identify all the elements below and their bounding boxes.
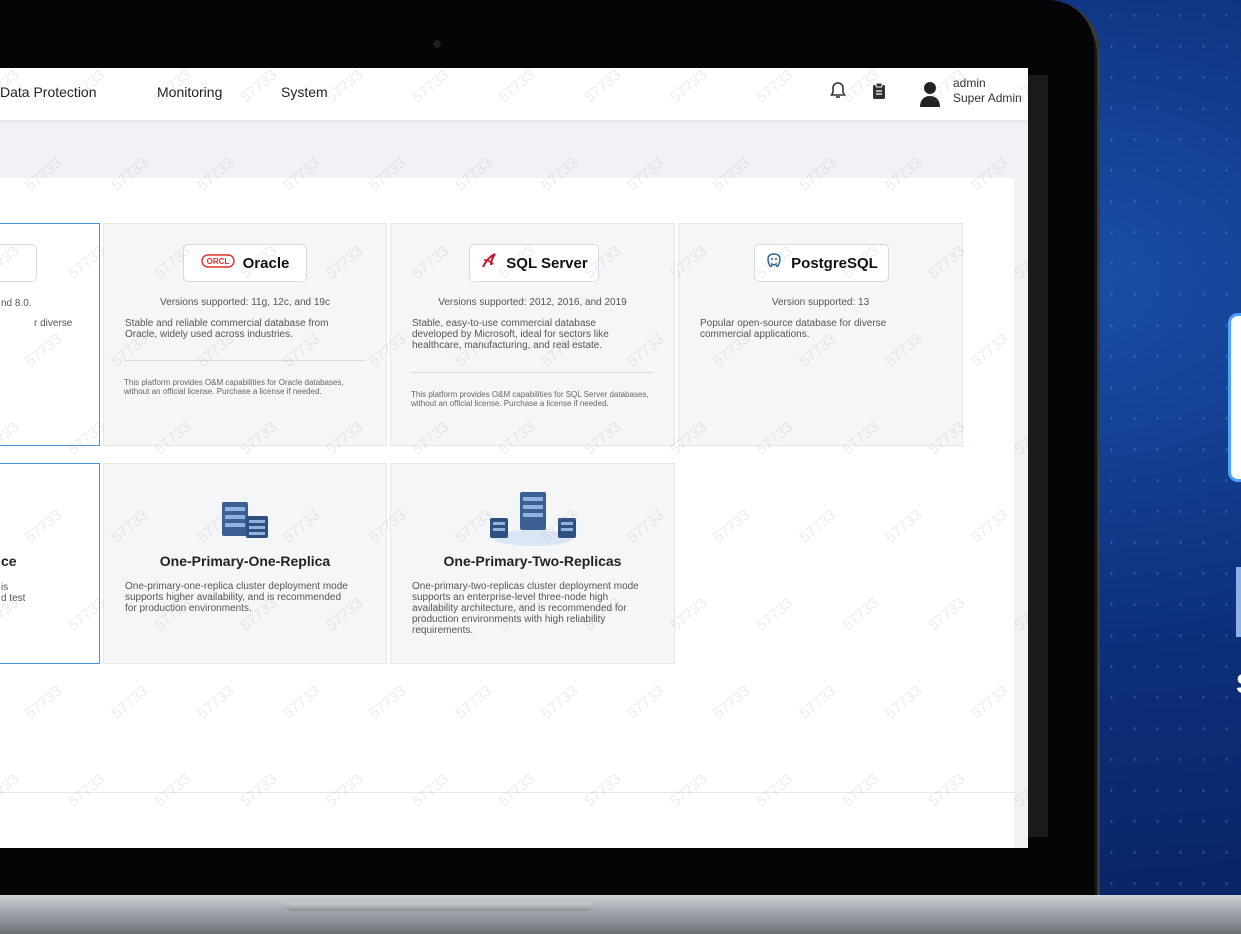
postgresql-name: PostgreSQL [791, 254, 878, 272]
database-pill [0, 244, 37, 282]
sqlserver-pill: SQL Server [469, 244, 599, 282]
oracle-divider [124, 360, 366, 361]
postgresql-desc: Popular open-source database for diverse… [700, 318, 887, 340]
database-desc-text: r diverse [34, 318, 73, 329]
server-cluster-icon [486, 490, 580, 553]
database-card-oracle[interactable]: ORCL Oracle Versions supported: 11g, 12c… [103, 223, 387, 446]
deployment-desc-line2: d test [1, 593, 26, 604]
oracle-logo-icon: ORCL [200, 253, 235, 273]
database-card-postgresql[interactable]: PostgreSQL Version supported: 13 Popular… [678, 223, 963, 446]
background-decoration-bar [1236, 567, 1241, 637]
oracle-name: Oracle [242, 254, 290, 272]
background-promo-card [1228, 313, 1241, 482]
oracle-versions: Versions supported: 11g, 12c, and 19c [160, 297, 330, 308]
main-panel: nd 8.0. r diverse ORCL Oracle Versions s… [0, 178, 1014, 848]
database-card-mysql[interactable]: nd 8.0. r diverse [0, 223, 100, 446]
deployment-card-two-replicas[interactable]: One-Primary-Two-Replicas One-primary-two… [390, 463, 675, 664]
laptop-hinge-notch [285, 903, 593, 911]
database-version-text: nd 8.0. [1, 298, 32, 309]
app-screen: Data Protection Monitoring System admin … [0, 68, 1028, 848]
sqlserver-license-note: This platform provides O&M capabilities … [411, 390, 649, 408]
laptop-base [0, 895, 1241, 934]
oracle-pill: ORCL Oracle [183, 244, 307, 282]
nav-data-protection[interactable]: Data Protection [0, 84, 97, 100]
oracle-license-note: This platform provides O&M capabilities … [124, 378, 344, 396]
sqlserver-divider [411, 372, 653, 373]
postgresql-versions: Version supported: 13 [771, 297, 870, 308]
sqlserver-desc: Stable, easy-to-use commercial database … [412, 318, 609, 351]
one-replica-desc: One-primary-one-replica cluster deployme… [125, 581, 348, 614]
oracle-desc: Stable and reliable commercial database … [125, 318, 329, 340]
clipboard-icon[interactable] [872, 82, 886, 105]
footer-divider [0, 792, 1014, 793]
postgresql-logo-icon [765, 252, 783, 274]
bell-icon[interactable] [830, 82, 846, 105]
sqlserver-logo-icon [480, 252, 498, 274]
nav-system[interactable]: System [281, 84, 328, 100]
server-cluster-icon [220, 498, 272, 547]
sqlserver-name: SQL Server [506, 254, 588, 272]
one-replica-title: One-Primary-One-Replica [159, 553, 331, 569]
user-avatar-icon[interactable] [919, 81, 941, 107]
screen-edge [1028, 75, 1048, 837]
user-role: Super Admin [953, 91, 1022, 105]
svg-text:ORCL: ORCL [206, 257, 229, 266]
database-card-sqlserver[interactable]: SQL Server Versions supported: 2012, 201… [390, 223, 675, 446]
two-replicas-title: One-Primary-Two-Replicas [443, 553, 622, 569]
deployment-card-one-replica[interactable]: One-Primary-One-Replica One-primary-one-… [103, 463, 387, 664]
background-glyph: S [1236, 668, 1241, 700]
nav-monitoring[interactable]: Monitoring [157, 84, 222, 100]
deployment-title: ce [1, 553, 17, 569]
sqlserver-versions: Versions supported: 2012, 2016, and 2019 [438, 297, 627, 308]
deployment-card-single[interactable]: ce is d test [0, 463, 100, 664]
two-replicas-desc: One-primary-two-replicas cluster deploym… [412, 581, 639, 636]
deployment-desc-line1: is [1, 582, 9, 593]
top-nav-bar: Data Protection Monitoring System admin … [0, 68, 1028, 120]
postgresql-pill: PostgreSQL [754, 244, 889, 282]
webcam [433, 40, 441, 48]
starfield-background [1100, 0, 1241, 934]
user-name: admin [953, 76, 986, 90]
